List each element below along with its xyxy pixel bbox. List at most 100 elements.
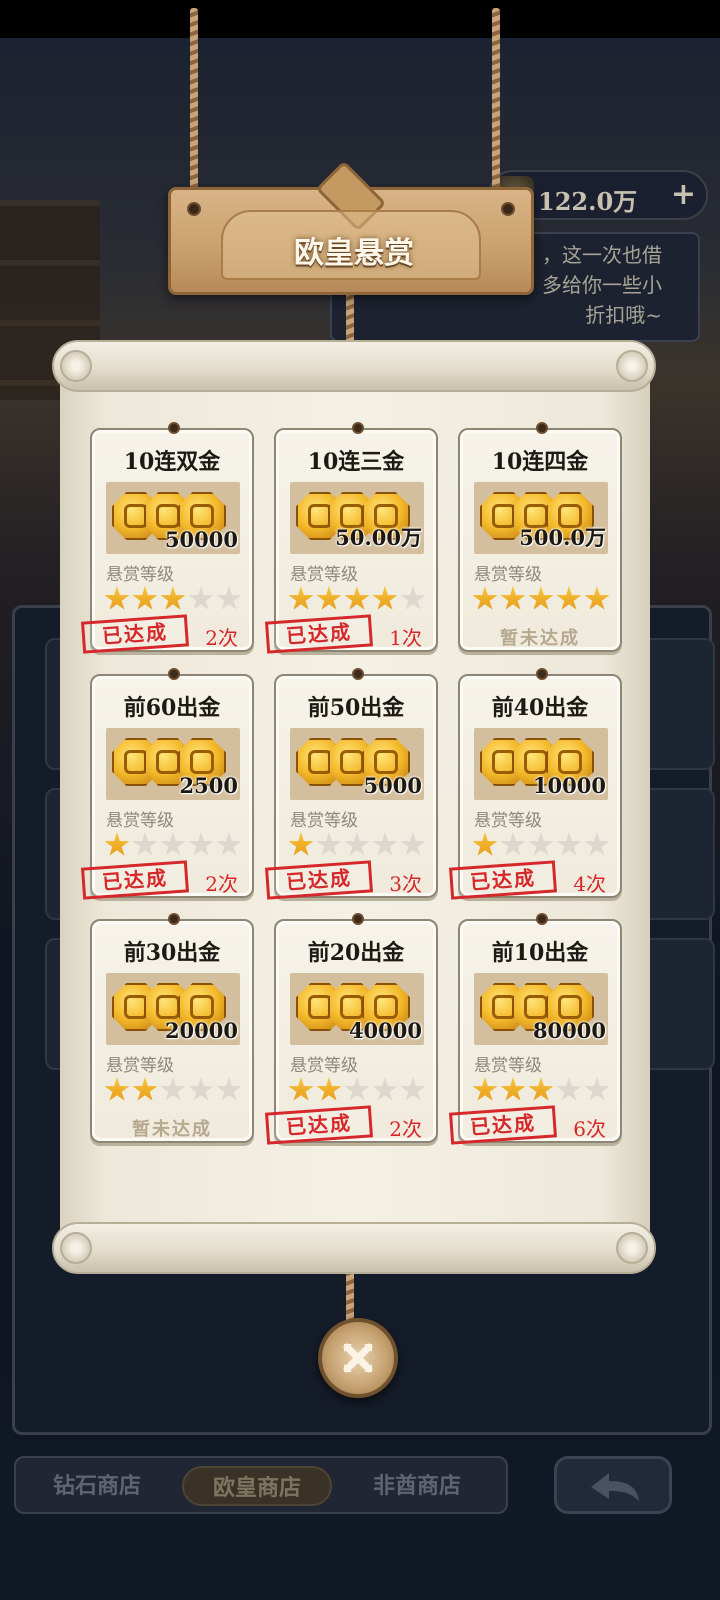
- bounty-level-label: 悬赏等级: [290, 811, 358, 831]
- star-icon: [528, 1077, 554, 1101]
- star-icon: [104, 586, 130, 610]
- bounty-level-label: 悬赏等级: [106, 1056, 174, 1076]
- gold-coins-image: 50000: [106, 482, 240, 554]
- achieved-stamp: 已达成: [265, 1105, 373, 1145]
- reward-amount: 50000: [164, 527, 238, 552]
- achieved-stamp: 已达成: [449, 860, 557, 900]
- star-icon: [160, 832, 186, 856]
- pin-icon: [352, 422, 364, 434]
- star-icon: [528, 586, 554, 610]
- bounty-level-label: 悬赏等级: [474, 811, 542, 831]
- back-arrow-icon: [591, 1473, 639, 1501]
- bounty-card: 前30出金 20000 悬赏等级 暂未达成: [90, 913, 254, 1143]
- star-icon: [216, 1077, 242, 1101]
- pin-icon: [352, 668, 364, 680]
- gold-coins-image: 2500: [106, 728, 240, 800]
- bounty-card: 10连四金 500.0万悬赏等级暂未达成: [458, 422, 622, 652]
- rope: [190, 8, 198, 208]
- bounty-level-label: 悬赏等级: [474, 1056, 542, 1076]
- back-button[interactable]: [554, 1456, 672, 1514]
- star-icon: [400, 586, 426, 610]
- gold-coins-image: 500.0万: [474, 482, 608, 554]
- star-rating: [472, 832, 612, 860]
- bounty-level-label: 悬赏等级: [474, 565, 542, 585]
- achieved-count: 1次: [389, 626, 422, 650]
- star-icon: [132, 832, 158, 856]
- star-rating: [472, 586, 612, 614]
- star-icon: [316, 586, 342, 610]
- not-achieved-label: 暂未达成: [500, 628, 580, 649]
- achieved-stamp: 已达成: [449, 1105, 557, 1145]
- reward-amount: 80000: [532, 1018, 606, 1043]
- reward-amount: 10000: [532, 773, 606, 798]
- pin-icon: [352, 913, 364, 925]
- scroll-top-roll: [52, 340, 656, 392]
- close-button[interactable]: [318, 1318, 398, 1398]
- pin-icon: [168, 668, 180, 680]
- gold-coins-image: 50.00万: [290, 482, 424, 554]
- reward-amount: 50.00万: [335, 525, 422, 550]
- scroll-bottom-roll: [52, 1222, 656, 1274]
- scroll-end: [616, 1232, 648, 1264]
- gold-coins-image: 20000: [106, 973, 240, 1045]
- achieved-stamp: 已达成: [265, 614, 373, 654]
- bounty-level-label: 悬赏等级: [290, 565, 358, 585]
- bounty-title: 前20出金: [307, 940, 405, 966]
- bounty-title: 10连双金: [123, 449, 221, 475]
- rope: [492, 8, 500, 208]
- bounty-card: 10连三金 50.00万悬赏等级已达成 1次: [265, 422, 438, 654]
- gold-coins-image: 5000: [290, 728, 424, 800]
- bounty-card: 10连双金 50000 悬赏等级 已达成 2次: [81, 422, 254, 654]
- star-icon: [400, 832, 426, 856]
- gold-coins-image: 10000: [474, 728, 608, 800]
- bounty-card: 前20出金 40000 悬赏等级已达成 2次: [265, 913, 438, 1145]
- pin-icon: [536, 913, 548, 925]
- achieved-stamp: 已达成: [265, 860, 373, 900]
- pin-icon: [536, 668, 548, 680]
- achieved-count: 2次: [389, 1117, 422, 1141]
- sign-nail: [187, 202, 201, 216]
- dialog-title: 欧皇悬赏: [294, 236, 414, 271]
- star-icon: [160, 586, 186, 610]
- star-icon: [344, 832, 370, 856]
- close-icon: [343, 1343, 373, 1373]
- pin-icon: [168, 913, 180, 925]
- gold-coins-image: 40000: [290, 973, 424, 1045]
- bounty-title: 10连三金: [307, 449, 405, 475]
- star-icon: [556, 1077, 582, 1101]
- title-signboard: 欧皇悬赏: [168, 160, 534, 295]
- star-rating: [288, 586, 428, 614]
- star-icon: [216, 832, 242, 856]
- star-icon: [472, 832, 498, 856]
- add-currency-button[interactable]: +: [671, 177, 696, 212]
- bounty-card: 前60出金 2500 悬赏等级 已达成 2次: [81, 668, 254, 900]
- achieved-count: 6次: [573, 1117, 606, 1141]
- reward-amount: 500.0万: [519, 525, 606, 550]
- pin-icon: [536, 422, 548, 434]
- star-icon: [500, 1077, 526, 1101]
- scroll-end: [616, 350, 648, 382]
- star-icon: [372, 586, 398, 610]
- star-icon: [584, 1077, 610, 1101]
- shop-tab-bar: 钻石商店 欧皇商店 非酋商店: [14, 1456, 508, 1514]
- tab-feiqiu-shop[interactable]: 非酋商店: [342, 1466, 492, 1506]
- achieved-count: 4次: [573, 872, 606, 896]
- star-icon: [288, 832, 314, 856]
- achieved-stamp: 已达成: [81, 614, 189, 654]
- tab-ouhuang-shop[interactable]: 欧皇商店: [182, 1466, 332, 1506]
- star-icon: [132, 1077, 158, 1101]
- bounty-level-label: 悬赏等级: [290, 1056, 358, 1076]
- star-icon: [188, 832, 214, 856]
- star-icon: [288, 586, 314, 610]
- star-icon: [400, 1077, 426, 1101]
- achieved-count: 3次: [389, 872, 422, 896]
- star-icon: [344, 586, 370, 610]
- star-icon: [584, 586, 610, 610]
- star-icon: [188, 586, 214, 610]
- achieved-stamp: 已达成: [81, 860, 189, 900]
- currency-value: 122.0万: [538, 187, 638, 216]
- reward-amount: 5000: [363, 773, 422, 798]
- star-icon: [528, 832, 554, 856]
- tab-diamond-shop[interactable]: 钻石商店: [22, 1466, 172, 1506]
- bounty-title: 10连四金: [491, 449, 589, 475]
